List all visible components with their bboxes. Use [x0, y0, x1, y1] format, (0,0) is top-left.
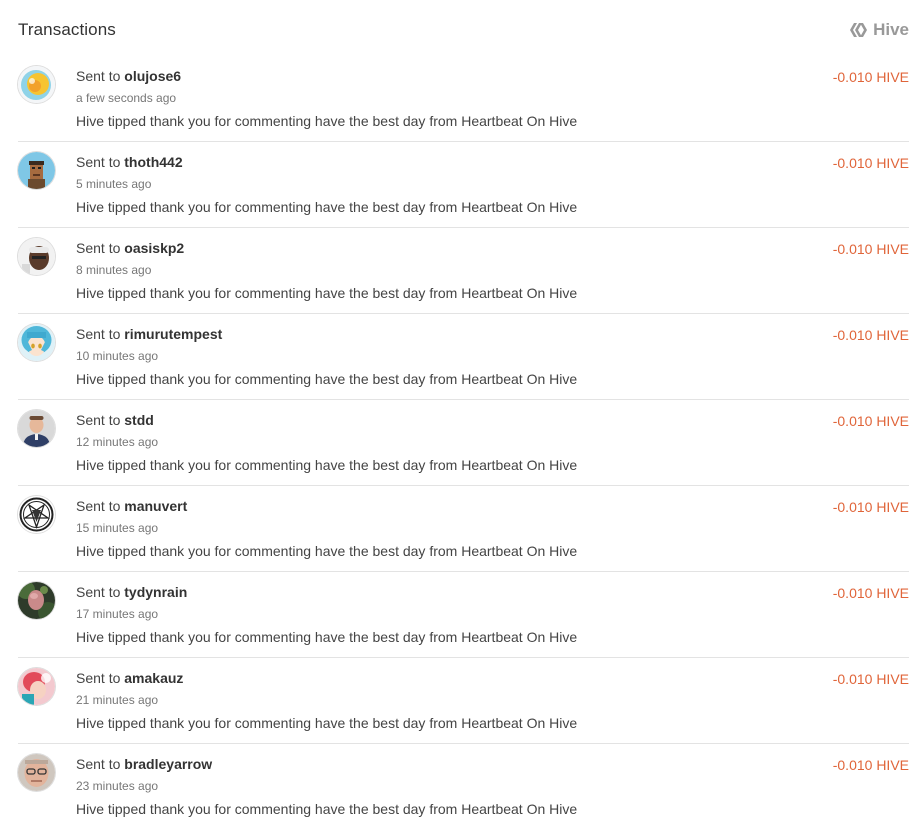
avatar-thoth442[interactable]	[18, 152, 55, 189]
sent-to-label: Sent to olujose6	[76, 68, 182, 84]
recipient-link[interactable]: olujose6	[124, 68, 181, 84]
transaction-row: Sent to thoth442 5 minutes ago Hive tipp…	[18, 142, 909, 228]
avatar-amakauz[interactable]	[18, 668, 55, 705]
hive-brand-label: Hive	[873, 20, 909, 39]
transaction-list: Sent to olujose6 a few seconds ago Hive …	[18, 56, 909, 829]
sent-to-label: Sent to amakauz	[76, 670, 184, 686]
amount: -0.010 HIVE	[832, 671, 909, 687]
amount: -0.010 HIVE	[832, 327, 909, 343]
recipient-link[interactable]: manuvert	[124, 498, 187, 514]
memo-text: Hive tipped thank you for commenting hav…	[76, 285, 578, 301]
memo-text: Hive tipped thank you for commenting hav…	[76, 715, 578, 731]
sent-to-label: Sent to manuvert	[76, 498, 188, 514]
memo-text: Hive tipped thank you for commenting hav…	[76, 543, 578, 559]
recipient-link[interactable]: stdd	[124, 412, 154, 428]
avatar-bradleyarrow[interactable]	[18, 754, 55, 791]
transaction-row: Sent to tydynrain 17 minutes ago Hive ti…	[18, 572, 909, 658]
memo-text: Hive tipped thank you for commenting hav…	[76, 371, 578, 387]
recipient-link[interactable]: oasiskp2	[124, 240, 184, 256]
timestamp: a few seconds ago	[76, 91, 177, 105]
sent-to-label: Sent to oasiskp2	[76, 240, 185, 256]
recipient-link[interactable]: rimurutempest	[124, 326, 222, 342]
timestamp: 8 minutes ago	[76, 263, 152, 277]
timestamp: 17 minutes ago	[76, 607, 159, 621]
sent-to-label: Sent to tydynrain	[76, 584, 188, 600]
memo-text: Hive tipped thank you for commenting hav…	[76, 629, 578, 645]
recipient-link[interactable]: bradleyarrow	[124, 756, 212, 772]
hive-logo-icon	[850, 22, 868, 38]
avatar-tydynrain[interactable]	[18, 582, 55, 619]
transaction-row: Sent to manuvert 15 minutes ago Hive tip…	[18, 486, 909, 572]
recipient-link[interactable]: thoth442	[124, 154, 182, 170]
avatar-manuvert[interactable]	[18, 496, 55, 533]
transaction-row: Sent to oasiskp2 8 minutes ago Hive tipp…	[18, 228, 909, 314]
timestamp: 10 minutes ago	[76, 349, 159, 363]
recipient-link[interactable]: amakauz	[124, 670, 183, 686]
memo-text: Hive tipped thank you for commenting hav…	[76, 113, 578, 129]
hive-brand[interactable]: Hive	[850, 20, 909, 40]
avatar-olujose6[interactable]	[18, 66, 55, 103]
sent-to-label: Sent to bradleyarrow	[76, 756, 213, 772]
amount: -0.010 HIVE	[832, 413, 909, 429]
timestamp: 23 minutes ago	[76, 779, 159, 793]
page-title: Transactions	[18, 20, 116, 39]
timestamp: 5 minutes ago	[76, 177, 152, 191]
amount: -0.010 HIVE	[832, 69, 909, 85]
avatar-stdd[interactable]	[18, 410, 55, 447]
transaction-row: Sent to amakauz 21 minutes ago Hive tipp…	[18, 658, 909, 744]
sent-to-label: Sent to rimurutempest	[76, 326, 223, 342]
amount: -0.010 HIVE	[832, 585, 909, 601]
avatar-oasiskp2[interactable]	[18, 238, 55, 275]
timestamp: 15 minutes ago	[76, 521, 159, 535]
transactions-header: Transactions Hive	[18, 18, 909, 44]
amount: -0.010 HIVE	[832, 499, 909, 515]
timestamp: 21 minutes ago	[76, 693, 159, 707]
avatar-rimurutempest[interactable]	[18, 324, 55, 361]
amount: -0.010 HIVE	[832, 757, 909, 773]
transaction-row: Sent to rimurutempest 10 minutes ago Hiv…	[18, 314, 909, 400]
amount: -0.010 HIVE	[832, 155, 909, 171]
memo-text: Hive tipped thank you for commenting hav…	[76, 457, 578, 473]
recipient-link[interactable]: tydynrain	[124, 584, 187, 600]
transaction-row: Sent to stdd 12 minutes ago Hive tipped …	[18, 400, 909, 486]
memo-text: Hive tipped thank you for commenting hav…	[76, 199, 578, 215]
transaction-row: Sent to olujose6 a few seconds ago Hive …	[18, 56, 909, 142]
sent-to-label: Sent to thoth442	[76, 154, 183, 170]
timestamp: 12 minutes ago	[76, 435, 159, 449]
memo-text: Hive tipped thank you for commenting hav…	[76, 801, 578, 817]
sent-to-label: Sent to stdd	[76, 412, 154, 428]
transaction-row: Sent to bradleyarrow 23 minutes ago Hive…	[18, 744, 909, 829]
amount: -0.010 HIVE	[832, 241, 909, 257]
